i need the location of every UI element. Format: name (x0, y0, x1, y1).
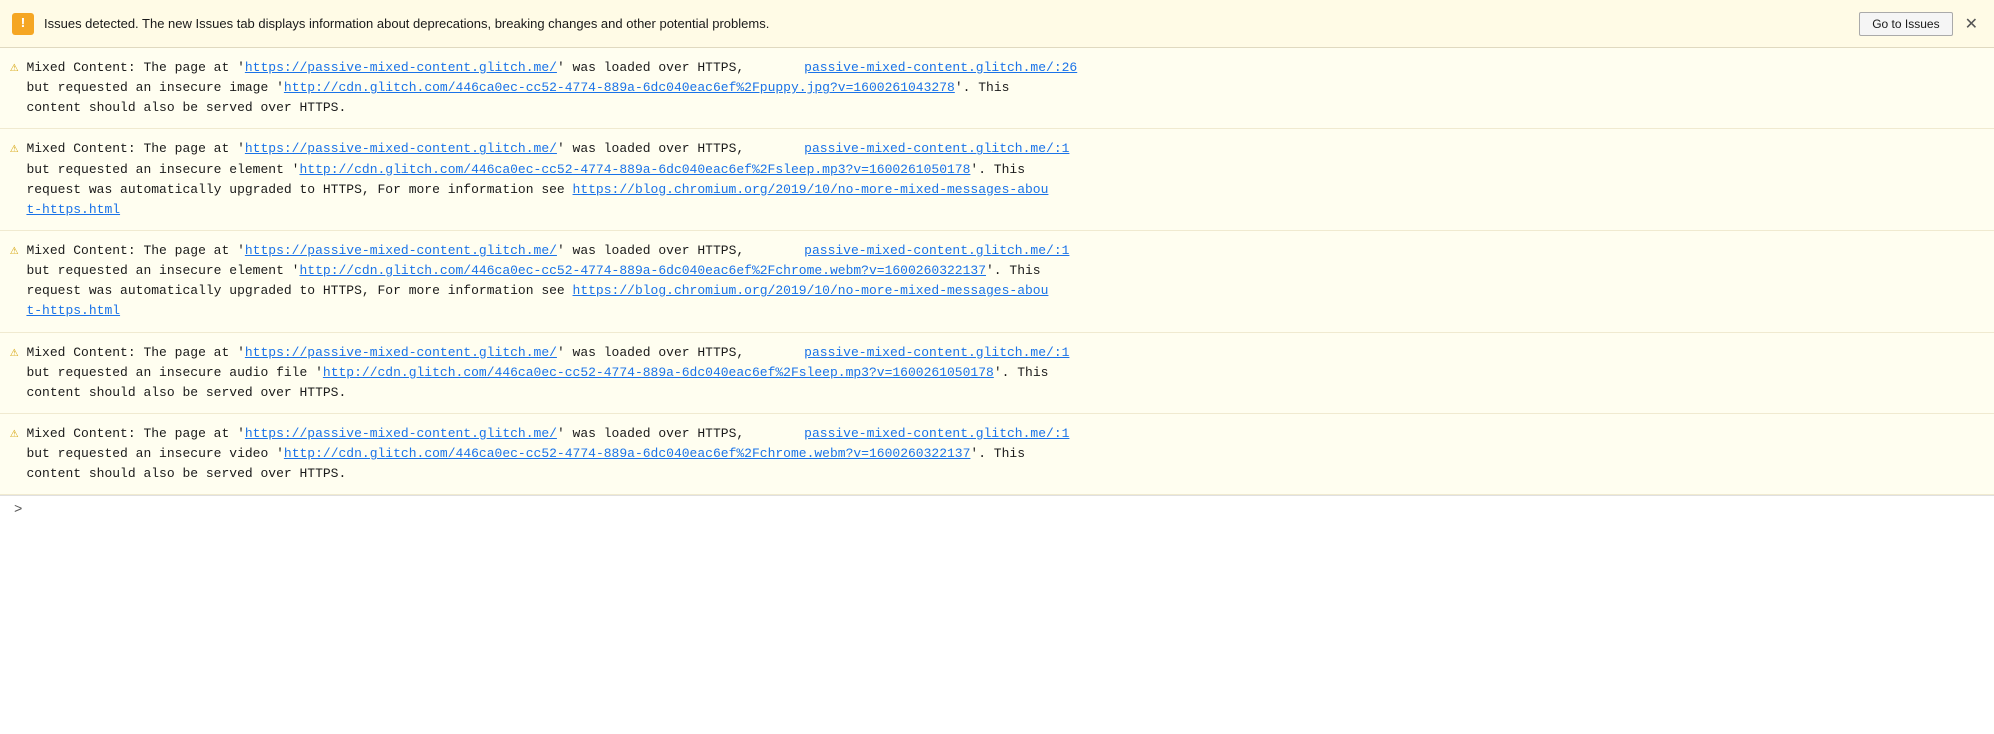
msg1-line3: content should also be served over HTTPS… (26, 100, 346, 115)
go-to-issues-button[interactable]: Go to Issues (1859, 12, 1952, 36)
msg5-line1-suffix: ' was loaded over HTTPS, (557, 426, 744, 441)
msg1-line2-suffix: '. This (955, 80, 1010, 95)
message-text-2: Mixed Content: The page at 'https://pass… (26, 139, 1980, 220)
msg3-line2-suffix: '. This (986, 263, 1041, 278)
msg1-right-link[interactable]: passive-mixed-content.glitch.me/:26 (804, 60, 1077, 75)
list-item: ⚠ Mixed Content: The page at 'https://pa… (0, 414, 1994, 495)
message-text-5: Mixed Content: The page at 'https://pass… (26, 424, 1980, 484)
msg5-resource-url[interactable]: http://cdn.glitch.com/446ca0ec-cc52-4774… (284, 446, 971, 461)
top-bar-right: Go to Issues ✕ (1859, 12, 1982, 36)
messages-area: ⚠ Mixed Content: The page at 'https://pa… (0, 48, 1994, 495)
msg1-line2-prefix: but requested an insecure image ' (26, 80, 283, 95)
bottom-bar: > (0, 495, 1994, 524)
close-button[interactable]: ✕ (1961, 14, 1982, 34)
msg4-line3: content should also be served over HTTPS… (26, 385, 346, 400)
msg2-right-link[interactable]: passive-mixed-content.glitch.me/:1 (804, 141, 1069, 156)
msg2-line1-prefix: Mixed Content: The page at ' (26, 141, 244, 156)
msg4-line1-prefix: Mixed Content: The page at ' (26, 345, 244, 360)
warning-triangle-icon: ⚠ (10, 59, 18, 76)
msg4-line2-suffix: '. This (994, 365, 1049, 380)
msg1-line1-suffix: ' was loaded over HTTPS, (557, 60, 744, 75)
msg2-line3-prefix: request was automatically upgraded to HT… (26, 182, 572, 197)
msg1-resource-url[interactable]: http://cdn.glitch.com/446ca0ec-cc52-4774… (284, 80, 955, 95)
msg1-page-url[interactable]: https://passive-mixed-content.glitch.me/ (245, 60, 557, 75)
warning-triangle-icon: ⚠ (10, 140, 18, 157)
msg2-line1-suffix: ' was loaded over HTTPS, (557, 141, 744, 156)
top-bar-message: Issues detected. The new Issues tab disp… (44, 16, 769, 31)
msg4-right-link[interactable]: passive-mixed-content.glitch.me/:1 (804, 345, 1069, 360)
msg4-line2-prefix: but requested an insecure audio file ' (26, 365, 322, 380)
message-text-1: Mixed Content: The page at 'https://pass… (26, 58, 1980, 118)
msg4-page-url[interactable]: https://passive-mixed-content.glitch.me/ (245, 345, 557, 360)
msg3-resource-url[interactable]: http://cdn.glitch.com/446ca0ec-cc52-4774… (299, 263, 986, 278)
msg1-line1-prefix: Mixed Content: The page at ' (26, 60, 244, 75)
msg5-page-url[interactable]: https://passive-mixed-content.glitch.me/ (245, 426, 557, 441)
chevron-right-icon[interactable]: > (14, 502, 22, 518)
msg3-right-link[interactable]: passive-mixed-content.glitch.me/:1 (804, 243, 1069, 258)
list-item: ⚠ Mixed Content: The page at 'https://pa… (0, 48, 1994, 129)
msg3-line2-prefix: but requested an insecure element ' (26, 263, 299, 278)
msg2-page-url[interactable]: https://passive-mixed-content.glitch.me/ (245, 141, 557, 156)
list-item: ⚠ Mixed Content: The page at 'https://pa… (0, 231, 1994, 333)
list-item: ⚠ Mixed Content: The page at 'https://pa… (0, 333, 1994, 414)
msg3-page-url[interactable]: https://passive-mixed-content.glitch.me/ (245, 243, 557, 258)
msg5-line3: content should also be served over HTTPS… (26, 466, 346, 481)
msg5-right-link[interactable]: passive-mixed-content.glitch.me/:1 (804, 426, 1069, 441)
top-bar-left: ! Issues detected. The new Issues tab di… (12, 13, 769, 35)
msg3-line1-suffix: ' was loaded over HTTPS, (557, 243, 744, 258)
msg5-line2-suffix: '. This (970, 446, 1025, 461)
warning-icon: ! (12, 13, 34, 35)
list-item: ⚠ Mixed Content: The page at 'https://pa… (0, 129, 1994, 231)
top-bar: ! Issues detected. The new Issues tab di… (0, 0, 1994, 48)
msg2-resource-url[interactable]: http://cdn.glitch.com/446ca0ec-cc52-4774… (299, 162, 970, 177)
msg3-line1-prefix: Mixed Content: The page at ' (26, 243, 244, 258)
msg4-line1-suffix: ' was loaded over HTTPS, (557, 345, 744, 360)
message-text-3: Mixed Content: The page at 'https://pass… (26, 241, 1980, 322)
warning-triangle-icon: ⚠ (10, 344, 18, 361)
msg3-line3-prefix: request was automatically upgraded to HT… (26, 283, 572, 298)
msg5-line1-prefix: Mixed Content: The page at ' (26, 426, 244, 441)
msg4-resource-url[interactable]: http://cdn.glitch.com/446ca0ec-cc52-4774… (323, 365, 994, 380)
warning-triangle-icon: ⚠ (10, 242, 18, 259)
msg2-line2-suffix: '. This (970, 162, 1025, 177)
msg5-line2-prefix: but requested an insecure video ' (26, 446, 283, 461)
warning-triangle-icon: ⚠ (10, 425, 18, 442)
msg2-line2-prefix: but requested an insecure element ' (26, 162, 299, 177)
message-text-4: Mixed Content: The page at 'https://pass… (26, 343, 1980, 403)
